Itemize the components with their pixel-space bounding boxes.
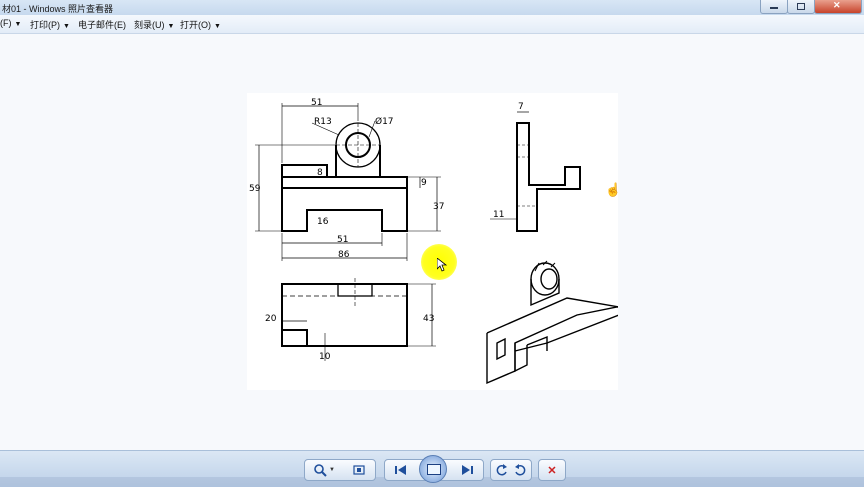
previous-button[interactable]	[391, 460, 411, 480]
dim-label: 59	[249, 184, 261, 194]
dropdown-arrow-icon: ▼	[14, 21, 22, 28]
dim-label: R13	[314, 117, 332, 127]
dim-label: 16	[317, 217, 329, 227]
dim-label: 9	[421, 178, 427, 188]
zoom-button[interactable]: ▼	[309, 460, 339, 480]
menu-email[interactable]: 电子邮件(E)	[78, 18, 126, 31]
menu-open[interactable]: 打开(O) ▼	[180, 18, 221, 31]
rotate-clockwise-button[interactable]	[511, 460, 529, 480]
dim-label: 43	[423, 314, 434, 324]
actual-size-button[interactable]	[347, 460, 371, 480]
previous-icon	[395, 465, 406, 475]
front-view: 51 R13 Ø17 8 59 9 37 16 51 86	[249, 98, 444, 261]
rotate-group	[490, 459, 532, 481]
side-view: 7 11	[490, 102, 581, 232]
delete-group: ✕	[538, 459, 566, 481]
dropdown-arrow-icon: ▼	[214, 23, 221, 30]
dim-label: 51	[311, 98, 322, 108]
dim-label: 8	[317, 168, 323, 178]
mouse-pointer-icon	[437, 258, 447, 272]
slideshow-button[interactable]	[419, 455, 447, 483]
dim-label: 11	[493, 210, 504, 220]
actual-size-icon	[353, 465, 365, 475]
dim-label: 10	[319, 352, 331, 362]
drawing-svg: 51 R13 Ø17 8 59 9 37 16 51 86 20 43 10 7…	[249, 98, 620, 385]
minimize-button[interactable]	[760, 0, 788, 14]
delete-button[interactable]: ✕	[539, 460, 565, 480]
dropdown-arrow-icon: ▼	[63, 23, 70, 30]
technical-drawing-image: 51 R13 Ø17 8 59 9 37 16 51 86 20 43 10 7…	[247, 93, 620, 390]
dropdown-arrow-icon: ▼	[167, 23, 175, 30]
title-bar: 材01 - Windows 照片查看器	[0, 0, 864, 16]
window-title: 材01 - Windows 照片查看器	[2, 4, 114, 14]
menu-burn[interactable]: 刻录(U) ▼	[134, 18, 174, 31]
menu-print[interactable]: 打印(P) ▼	[30, 18, 70, 31]
dim-label: Ø17	[375, 116, 394, 127]
isometric-view	[486, 260, 620, 385]
zoom-group: ▼	[304, 459, 376, 481]
menu-file[interactable]: (F) ▼	[0, 18, 21, 28]
close-button[interactable]	[814, 0, 862, 14]
magnifier-icon	[314, 464, 327, 477]
menu-bar: (F) ▼ 打印(P) ▼ 电子邮件(E) 刻录(U) ▼ 打开(O) ▼	[0, 15, 864, 34]
maximize-button[interactable]	[787, 0, 815, 14]
rotate-counterclockwise-icon	[496, 464, 507, 476]
dim-label: 20	[265, 314, 277, 324]
dim-label: 7	[518, 102, 524, 112]
dim-label: 51	[337, 235, 348, 245]
dropdown-arrow-icon: ▼	[329, 467, 335, 473]
rotate-counterclockwise-button[interactable]	[493, 460, 511, 480]
dim-label: 86	[338, 250, 350, 260]
rotate-clockwise-icon	[515, 464, 526, 476]
next-button[interactable]	[457, 460, 477, 480]
plan-view: 20 43 10	[265, 278, 436, 362]
dim-label: 37	[433, 202, 444, 212]
next-icon	[462, 465, 473, 475]
hand-cursor-icon: ☝	[605, 182, 622, 197]
delete-icon: ✕	[547, 464, 557, 477]
